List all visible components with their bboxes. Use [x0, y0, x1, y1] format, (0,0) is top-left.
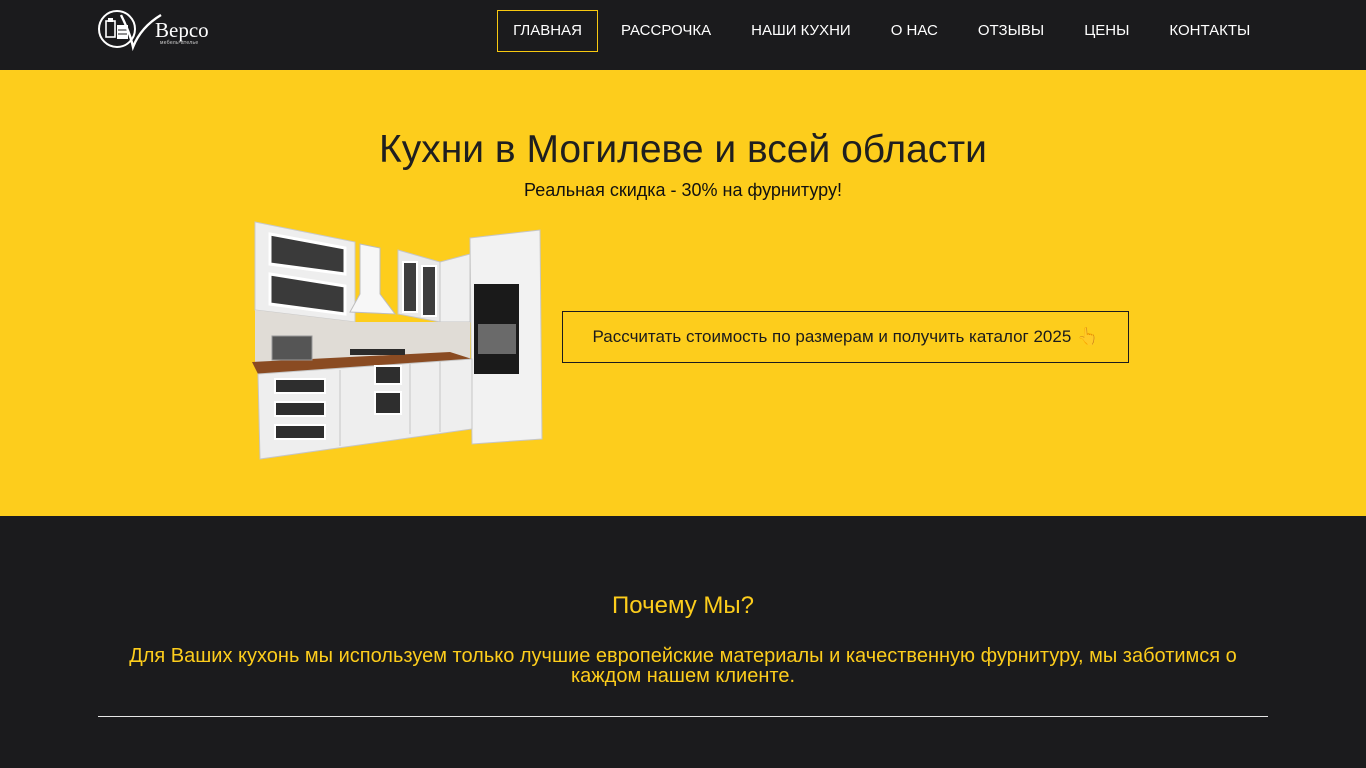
hero-section: Кухни в Могилеве и всей области Реальная…	[0, 70, 1366, 516]
nav-item-reviews[interactable]: ОТЗЫВЫ	[977, 10, 1045, 52]
nav-item-our-kitchens[interactable]: НАШИ КУХНИ	[750, 10, 852, 52]
logo-subtext: мебель-ателье	[160, 40, 199, 46]
kitchen-image	[252, 221, 543, 460]
nav-item-contacts[interactable]: КОНТАКТЫ	[1168, 10, 1251, 52]
nav-item-prices[interactable]: ЦЕНЫ	[1083, 10, 1130, 52]
main-nav: ГЛАВНАЯ РАССРОЧКА НАШИ КУХНИ О НАС ОТЗЫВ…	[497, 10, 1251, 52]
nav-item-about[interactable]: О НАС	[890, 10, 939, 52]
nav-item-home[interactable]: ГЛАВНАЯ	[497, 10, 598, 52]
divider	[98, 716, 1268, 717]
nav-item-installment[interactable]: РАССРОЧКА	[620, 10, 712, 52]
why-us-section: Почему Мы? Для Ваших кухонь мы используе…	[0, 516, 1366, 768]
why-us-title: Почему Мы?	[612, 592, 754, 619]
top-navbar: Версо мебель-ателье ГЛАВНАЯ РАССРОЧКА НА…	[0, 0, 1366, 70]
calculate-cost-button[interactable]: Рассчитать стоимость по размерам и получ…	[562, 311, 1129, 363]
hero-subtitle: Реальная скидка - 30% на фурнитуру!	[524, 180, 842, 200]
calculate-cost-label: Рассчитать стоимость по размерам и получ…	[592, 327, 1072, 346]
hero-title: Кухни в Могилеве и всей области	[379, 128, 987, 171]
why-us-text: Для Ваших кухонь мы используем только лу…	[129, 645, 1237, 687]
pointing-hand-icon: 👆	[1077, 327, 1099, 346]
